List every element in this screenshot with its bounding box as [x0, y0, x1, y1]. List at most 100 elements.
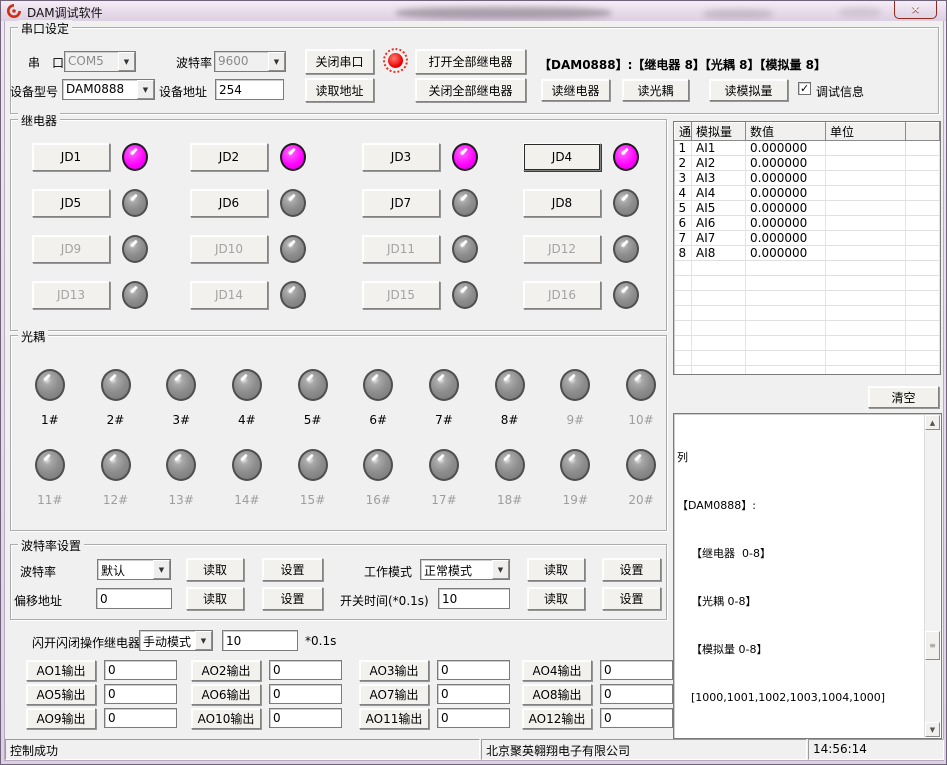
close-serial-button[interactable]: 关闭串口	[305, 49, 374, 74]
analog-output-field[interactable]	[104, 708, 177, 728]
baud-settings-title: 波特率设置	[18, 537, 84, 554]
scroll-up-icon[interactable]: ▲	[925, 415, 940, 430]
work-mode-select[interactable]: 正常模式 ▼	[420, 559, 510, 580]
analog-output-field[interactable]	[269, 660, 342, 680]
relay-button[interactable]: JD16	[523, 281, 601, 309]
opto-label: 15#	[300, 493, 325, 507]
col-header-value[interactable]: 数值	[746, 123, 826, 141]
opto-led-icon	[560, 449, 590, 481]
debug-info-checkbox[interactable]	[798, 82, 811, 95]
opto-led-icon	[298, 369, 328, 401]
work-mode-read-button[interactable]: 读取	[527, 558, 585, 581]
read-opto-button[interactable]: 读光耦	[622, 79, 689, 101]
relay-button[interactable]: JD9	[32, 235, 110, 263]
log-scrollbar[interactable]: ▲ ≡ ▼	[924, 415, 940, 737]
table-row: 3 AI3 0.000000	[675, 171, 940, 186]
analog-output-button[interactable]: AO4输出	[522, 660, 592, 681]
relay-button[interactable]: JD11	[362, 235, 440, 263]
switch-time-read-button[interactable]: 读取	[527, 587, 585, 610]
chevron-down-icon[interactable]: ▼	[195, 631, 212, 650]
analog-output-button[interactable]: AO10输出	[191, 708, 261, 729]
relay-button[interactable]: JD4	[523, 143, 601, 171]
open-all-relays-button[interactable]: 打开全部继电器	[415, 49, 526, 74]
relay-button[interactable]: JD13	[32, 281, 110, 309]
analog-output-field[interactable]	[600, 660, 673, 680]
offset-address-field[interactable]	[96, 588, 172, 609]
read-analog-button[interactable]: 读模拟量	[709, 79, 788, 101]
opto-label: 5#	[304, 413, 322, 427]
switch-time-set-button[interactable]: 设置	[602, 587, 661, 610]
analog-output-button[interactable]: AO8输出	[522, 684, 592, 705]
relay-button[interactable]: JD3	[362, 143, 440, 171]
opto-led-icon	[560, 369, 590, 401]
relay-button[interactable]: JD12	[523, 235, 601, 263]
analog-output-field[interactable]	[104, 684, 177, 704]
relay-led-icon	[122, 143, 148, 171]
analog-output-button[interactable]: AO2输出	[191, 660, 261, 681]
col-header-unit[interactable]: 单位	[826, 123, 906, 141]
analog-output-button[interactable]: AO6输出	[191, 684, 261, 705]
chevron-down-icon[interactable]: ▼	[137, 80, 154, 99]
opto-group-title: 光耦	[18, 328, 48, 345]
analog-output-button[interactable]: AO12输出	[522, 708, 592, 729]
relay-button[interactable]: JD5	[32, 189, 110, 217]
close-all-relays-button[interactable]: 关闭全部继电器	[415, 78, 526, 102]
baud-select[interactable]: 默认 ▼	[97, 559, 171, 580]
cell-extra	[906, 231, 940, 246]
relay-button[interactable]: JD6	[190, 189, 268, 217]
app-window: DAM调试软件 ✕ 串口设定 串 口 COM5 ▼ 波特率 9600 ▼ 关闭串…	[0, 0, 947, 765]
debug-log-box[interactable]: 列 【DAM0888】: 【继电器 0-8】 【光耦 0-8】 【模拟量 0-8…	[673, 413, 942, 739]
baud-read-button[interactable]: 读取	[186, 558, 244, 581]
chevron-down-icon[interactable]: ▼	[492, 560, 509, 579]
col-header-analog[interactable]: 模拟量	[692, 123, 746, 141]
analog-output-button[interactable]: AO7输出	[359, 684, 429, 705]
analog-output-field[interactable]	[437, 708, 510, 728]
analog-output-button[interactable]: AO9输出	[26, 708, 96, 729]
analog-output-button[interactable]: AO11输出	[359, 708, 429, 729]
com-port-select[interactable]: COM5 ▼	[64, 51, 136, 72]
analog-output-button[interactable]: AO3输出	[359, 660, 429, 681]
chevron-down-icon[interactable]: ▼	[118, 52, 135, 71]
analog-output-field[interactable]	[104, 660, 177, 680]
relay-led-icon	[452, 281, 478, 309]
read-address-button[interactable]: 读取地址	[305, 78, 374, 102]
relay-button[interactable]: JD7	[362, 189, 440, 217]
analog-output-field[interactable]	[269, 708, 342, 728]
scroll-down-icon[interactable]: ▼	[925, 722, 940, 737]
analog-output-field[interactable]	[269, 684, 342, 704]
relay-button[interactable]: JD15	[362, 281, 440, 309]
chevron-down-icon[interactable]: ▼	[268, 52, 285, 71]
analog-output-field[interactable]	[600, 684, 673, 704]
scrollbar-thumb[interactable]: ≡	[925, 631, 940, 660]
analog-output-field[interactable]	[437, 660, 510, 680]
device-model-select[interactable]: DAM0888 ▼	[62, 79, 155, 100]
flash-mode-select[interactable]: 手动模式 ▼	[139, 630, 213, 651]
offset-read-button[interactable]: 读取	[186, 587, 244, 610]
work-mode-set-button[interactable]: 设置	[602, 558, 661, 581]
baud-set-button[interactable]: 设置	[262, 558, 323, 581]
clear-log-button[interactable]: 清空	[868, 386, 939, 408]
col-header-extra[interactable]	[906, 123, 940, 141]
relay-button[interactable]: JD14	[190, 281, 268, 309]
close-button[interactable]: ✕	[894, 1, 937, 19]
flash-time-field[interactable]	[222, 630, 298, 651]
offset-set-button[interactable]: 设置	[262, 587, 323, 610]
cell-extra	[906, 216, 940, 231]
analog-output-button[interactable]: AO5输出	[26, 684, 96, 705]
analog-output-field[interactable]	[437, 684, 510, 704]
baudrate-select[interactable]: 9600 ▼	[214, 51, 286, 72]
relay-button[interactable]: JD10	[190, 235, 268, 263]
relay-button[interactable]: JD2	[190, 143, 268, 171]
switch-time-field[interactable]	[438, 588, 510, 609]
device-address-field[interactable]	[215, 79, 284, 100]
read-relay-button[interactable]: 读继电器	[541, 79, 610, 101]
log-line: 【继电器 0-8】	[677, 548, 923, 560]
relay-button[interactable]: JD1	[32, 143, 110, 171]
analog-output-button[interactable]: AO1输出	[26, 660, 96, 681]
relay-button[interactable]: JD8	[523, 189, 601, 217]
col-header-channel[interactable]: 通	[675, 123, 692, 141]
cell-extra	[906, 186, 940, 201]
flash-operate-label: 闪开闪闭操作继电器	[32, 634, 140, 651]
analog-output-field[interactable]	[600, 708, 673, 728]
chevron-down-icon[interactable]: ▼	[153, 560, 170, 579]
